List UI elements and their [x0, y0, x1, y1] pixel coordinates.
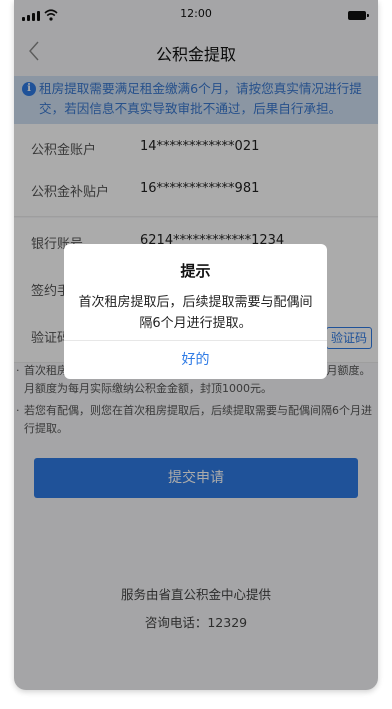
dialog-message: 首次租房提取后，后续提取需要与配偶间隔6个月进行提取。: [78, 295, 313, 331]
dialog-ok-button[interactable]: 好的: [64, 341, 327, 379]
phone-screen: 12:00 公积金提取 i 租房提取需要满足租金缴满6个月，请按您真实情况进行提…: [14, 0, 378, 690]
alert-dialog: 提示 首次租房提取后，后续提取需要与配偶间隔6个月进行提取。 好的: [64, 244, 327, 379]
dialog-title: 提示: [180, 262, 211, 280]
